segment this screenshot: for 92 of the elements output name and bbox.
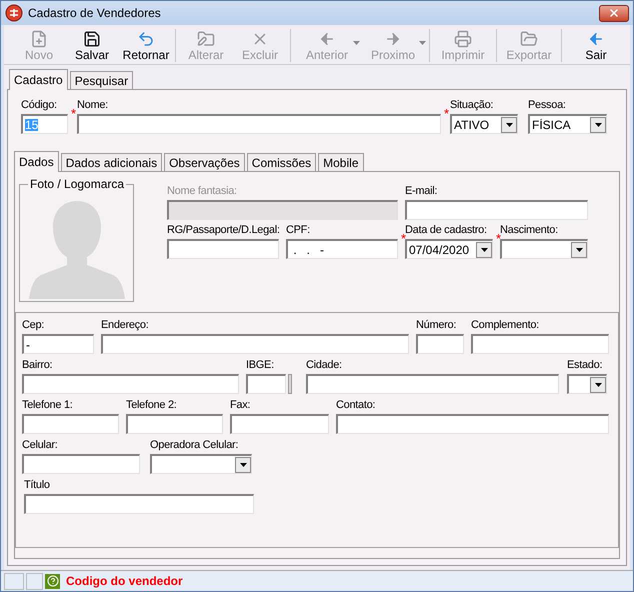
input-field[interactable] [22, 374, 239, 394]
field-label: Operadora Celular: [150, 438, 238, 452]
group-title: Foto / Logomarca [28, 177, 126, 191]
field-label: RG/Passaporte/D.Legal: [167, 223, 280, 237]
field-label: Cidade: [306, 358, 342, 372]
dropdown-button[interactable] [590, 116, 606, 132]
field-label: Data de cadastro: [405, 223, 487, 236]
input-field[interactable]: . . - [286, 239, 398, 259]
app-logo-icon [5, 4, 23, 22]
dropdown-button[interactable] [590, 376, 606, 392]
field-value: 07/04/2020 [409, 244, 470, 256]
input-field[interactable] [101, 334, 409, 354]
printer-icon [454, 30, 472, 48]
input-field[interactable]: - [22, 334, 94, 354]
input-field[interactable] [405, 200, 588, 220]
tab[interactable]: Cadastro [9, 69, 68, 90]
field-label: Celular: [22, 438, 58, 452]
folder-icon [197, 30, 215, 48]
input-field[interactable] [167, 239, 279, 259]
file-icon [30, 30, 48, 48]
dropdown-button[interactable] [501, 116, 517, 132]
field-label: IBGE: [246, 358, 274, 372]
dropdown-field[interactable] [500, 239, 588, 259]
tab[interactable]: Pesquisar [70, 71, 134, 89]
tab[interactable]: Comissões [246, 153, 316, 171]
status-panel [4, 572, 24, 590]
input-field[interactable] [22, 454, 140, 474]
input-field[interactable] [22, 414, 119, 434]
dropdown-button[interactable] [476, 242, 492, 258]
tab[interactable]: Mobile [318, 153, 364, 171]
window-title: Cadastro de Vendedores [28, 5, 161, 22]
status-panel [26, 572, 43, 590]
field-label: E-mail: [405, 184, 438, 198]
input-field[interactable] [416, 334, 464, 354]
field-label: Título [24, 478, 50, 492]
status-message: Codigo do vendedor [66, 573, 183, 590]
field-label: Telefone 1: [22, 398, 73, 412]
field-label: Situação: [450, 98, 494, 112]
input-field[interactable] [246, 374, 286, 394]
field-label: CPF: [286, 223, 310, 237]
tab[interactable]: Dados [14, 151, 59, 172]
undo-icon [137, 30, 155, 48]
input-field[interactable] [126, 414, 223, 434]
input-field[interactable] [77, 114, 441, 134]
field-label: Código: [21, 98, 57, 112]
tab[interactable]: Observações [164, 153, 245, 171]
field-label: Bairro: [22, 358, 52, 372]
field-label: Pessoa: [528, 98, 566, 112]
required-mark: * [400, 232, 406, 245]
field-value: 15 [25, 118, 38, 130]
dropdown-field[interactable]: ATIVO [450, 114, 518, 134]
caret-icon [240, 462, 246, 466]
close-button[interactable] [599, 4, 629, 22]
field-label: Complemento: [471, 318, 539, 332]
field-label: Estado: [567, 358, 602, 372]
caret-icon [594, 122, 602, 126]
field-value: ATIVO [454, 118, 490, 130]
field-label: Nascimento: [500, 223, 558, 236]
input-field[interactable] [230, 414, 329, 434]
dropdown-field[interactable]: 07/04/2020 [405, 239, 493, 259]
required-mark: * [444, 107, 449, 120]
field-value: . . - [292, 244, 324, 256]
tab[interactable]: Dados adicionais [60, 153, 162, 171]
toolbar-button[interactable]: Sair [565, 27, 627, 64]
field-label: Cep: [22, 318, 44, 332]
dropdown-field[interactable] [150, 454, 252, 474]
caret-icon [576, 248, 582, 252]
help-icon [45, 574, 60, 588]
required-mark: * [496, 232, 501, 245]
caret-icon [594, 382, 602, 386]
field-label: Nome fantasia: [167, 184, 237, 198]
input-field[interactable] [471, 334, 609, 354]
caret-icon [480, 248, 488, 252]
close-icon [608, 7, 620, 19]
folder-icon [520, 30, 538, 48]
field-label: Nome: [77, 98, 108, 112]
input-field[interactable] [306, 374, 559, 394]
caret-icon [506, 122, 512, 126]
field-label: Contato: [336, 398, 376, 412]
field-label: Telefone 2: [126, 398, 177, 412]
toolbar-button[interactable]: Retornar [120, 27, 172, 64]
input-field[interactable] [336, 414, 609, 434]
dropdown-button[interactable] [235, 456, 251, 472]
field-value: - [26, 338, 30, 350]
field-label: Fax: [230, 398, 250, 412]
dropdown-button[interactable] [571, 242, 587, 258]
dropdown-field[interactable] [567, 374, 607, 394]
input-field[interactable] [24, 494, 254, 514]
field-label: Endereço: [101, 318, 148, 332]
required-mark: * [70, 107, 76, 120]
toolbar-button[interactable]: Salvar [64, 27, 120, 64]
field-label: Número: [416, 318, 456, 332]
